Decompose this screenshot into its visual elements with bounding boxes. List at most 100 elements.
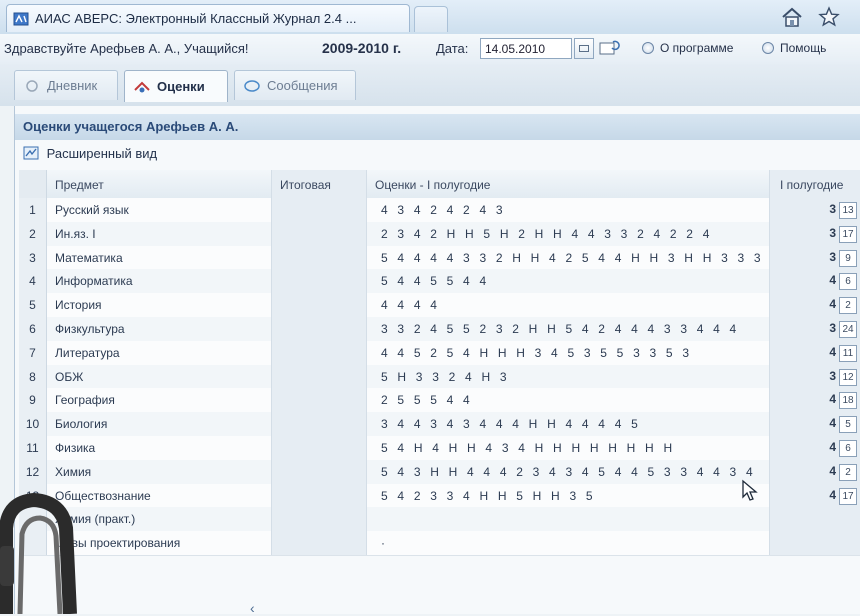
calendar-button[interactable] [574,38,594,59]
row-number: 12 [19,459,47,484]
final-grade-cell [272,340,367,365]
grades-cell: 5 4 2 3 3 4 Н Н 5 Н Н 3 5 [367,483,770,508]
term-grade-cell: 3 24 [770,317,860,341]
browser-tab[interactable]: АИАС АВЕРС: Электронный Классный Журнал … [6,4,410,32]
table-row[interactable]: 12 Химия 5 4 3 Н Н 4 4 4 2 3 4 3 4 5 4 4 5… [19,459,860,485]
subject-cell: Ин.яз. I [47,221,272,246]
grade-count-badge[interactable]: 13 [839,202,857,219]
grade-count-badge[interactable]: 9 [839,249,857,267]
scroll-left-icon[interactable]: ‹ [250,600,270,616]
col-final-header[interactable]: Итоговая [272,170,367,198]
table-row[interactable]: 1 Русский язык 4 3 4 2 4 2 4 3 3 13 [19,198,860,223]
date-field[interactable]: 14.05.2010 [480,38,572,59]
table-row[interactable]: 10 Биология 3 4 4 3 4 3 4 4 4 Н Н 4 4 4 4 … [19,412,860,438]
final-grade-cell [272,483,367,508]
grades-cell: 5 4 4 5 5 4 4 [367,269,770,294]
row-number: 2 [19,221,47,246]
term-grade: 4 [829,392,836,407]
term-grade-cell: 46 [770,436,860,460]
table-row[interactable]: 4 Информатика 5 4 4 5 5 4 446 [19,269,860,295]
grade-count-badge[interactable]: 17 [839,225,857,243]
table-row[interactable]: 3 Математика 5 4 4 4 4 3 3 2 Н Н 4 2 5 4 4… [19,245,860,271]
tab-grades[interactable]: Оценки [124,70,228,102]
final-grade-cell [272,245,367,270]
table-row[interactable]: 5 История 4 4 4 442 [19,293,860,319]
tab-messages-label: Сообщения [267,78,338,93]
term-grade-cell: 3 17 [770,221,860,246]
grade-count-badge[interactable]: 2 [839,297,857,315]
help-label: Помощь [780,41,827,55]
subject-cell: Математика [47,245,272,270]
term-grade: 3 [829,249,836,264]
grade-count-badge[interactable]: 2 [839,463,857,481]
mouse-cursor-icon [742,479,758,501]
grades-cell: 2 3 4 2 Н Н 5 Н 2 Н Н 4 4 3 3 2 4 2 2 4 [367,221,770,246]
about-link[interactable]: О программе [642,41,733,55]
extended-view-button[interactable]: Расширенный вид [15,142,860,168]
table-row[interactable]: 13 Обществознание 5 4 2 3 3 4 Н Н 5 Н Н 3 … [19,483,860,509]
table-row[interactable]: 7 Литература 4 4 5 2 5 4 Н Н Н 3 4 5 3 5 5… [19,340,860,366]
tab-diary-label: Дневник [47,78,98,93]
panel-title: Оценки учащегося Арефьев А. А. [15,114,860,140]
table-row[interactable]: Химия (практ.) [19,507,860,533]
grades-cell [367,507,770,532]
date-label: Дата: [436,41,469,56]
grade-count-badge[interactable]: 11 [839,344,857,362]
table-header: Предмет Итоговая Оценки - I полугодие I … [19,170,860,199]
term-grade: 3 [829,225,836,240]
row-number: 7 [19,340,47,365]
table-row[interactable]: 6 Физкультура 3 3 2 4 5 5 2 3 2 Н Н 5 4 2 … [19,317,860,342]
final-grade-cell [272,459,367,484]
tab-diary[interactable]: Дневник [14,70,118,100]
subject-cell: Литература [47,340,272,365]
term-grade-cell: 4 18 [770,388,860,413]
grade-count-badge[interactable]: 17 [839,487,857,505]
term-grade-cell [770,507,860,532]
term-grade: 4 [829,440,836,454]
grade-count-badge[interactable]: 6 [839,273,857,291]
grades-icon [134,81,150,92]
tab-grades-label: Оценки [157,79,205,94]
term-grade: 4 [829,273,836,288]
term-grade: 3 [829,321,836,335]
home-icon[interactable] [780,6,804,28]
app-tabs: Дневник Оценки Сообщения [0,64,860,106]
new-tab-button[interactable] [414,6,448,32]
browser-tabstrip: АИАС АВЕРС: Электронный Классный Журнал … [0,0,860,35]
table-row[interactable]: 8 ОБЖ 5 Н 3 3 2 4 Н 3 3 12 [19,364,860,390]
help-link[interactable]: Помощь [762,41,826,55]
term-grade-cell: 39 [770,245,860,270]
term-grade-cell: 4 11 [770,340,860,365]
term-grade-cell: 46 [770,269,860,294]
grade-count-badge[interactable]: 5 [839,416,857,434]
term-grade-cell: 45 [770,412,860,437]
grades-cell: 5 Н 3 3 2 4 Н 3 [367,364,770,389]
diary-icon [26,79,38,92]
col-subject-header[interactable]: Предмет [47,170,272,198]
grades-cell: 3 4 4 3 4 3 4 4 4 Н Н 4 4 4 4 5 [367,412,770,437]
grade-count-badge[interactable]: 6 [839,440,857,457]
grade-count-badge[interactable]: 18 [839,392,857,410]
tab-messages[interactable]: Сообщения [234,70,356,100]
table-row[interactable]: 11 Физика 5 4 Н 4 Н Н 4 3 4 Н Н Н Н Н Н Н … [19,436,860,461]
info-icon [642,42,654,54]
col-term-header[interactable]: I полугодие [770,170,860,198]
subject-cell: Биология [47,412,272,437]
grades-cell: 5 4 4 4 4 3 3 2 Н Н 4 2 5 4 4 Н Н 3 Н Н … [367,245,770,270]
col-grades-header[interactable]: Оценки - I полугодие [367,170,770,198]
grade-count-badge[interactable]: 24 [839,321,857,338]
star-icon[interactable] [818,6,840,28]
table-row[interactable]: 2 Ин.яз. I 2 3 4 2 Н Н 5 Н 2 Н Н 4 4 3 3 2… [19,221,860,247]
row-number: 9 [19,388,47,413]
table-row[interactable]: ...овы проектирования · [19,531,860,557]
grades-cell: 5 4 3 Н Н 4 4 4 2 3 4 3 4 5 4 4 5 3 3 4 … [367,459,770,484]
row-number: 8 [19,364,47,389]
final-grade-cell [272,198,367,222]
table-row[interactable]: 9 География 2 5 5 5 4 4 4 18 [19,388,860,414]
final-grade-cell [272,531,367,556]
refresh-icon[interactable] [598,39,620,57]
term-grade: 4 [829,487,836,502]
grades-cell: 5 4 Н 4 Н Н 4 3 4 Н Н Н Н Н Н Н Н [367,436,770,460]
grades-cell: 3 3 2 4 5 5 2 3 2 Н Н 5 4 2 4 4 4 3 3 4 … [367,317,770,341]
grade-count-badge[interactable]: 12 [839,368,857,386]
